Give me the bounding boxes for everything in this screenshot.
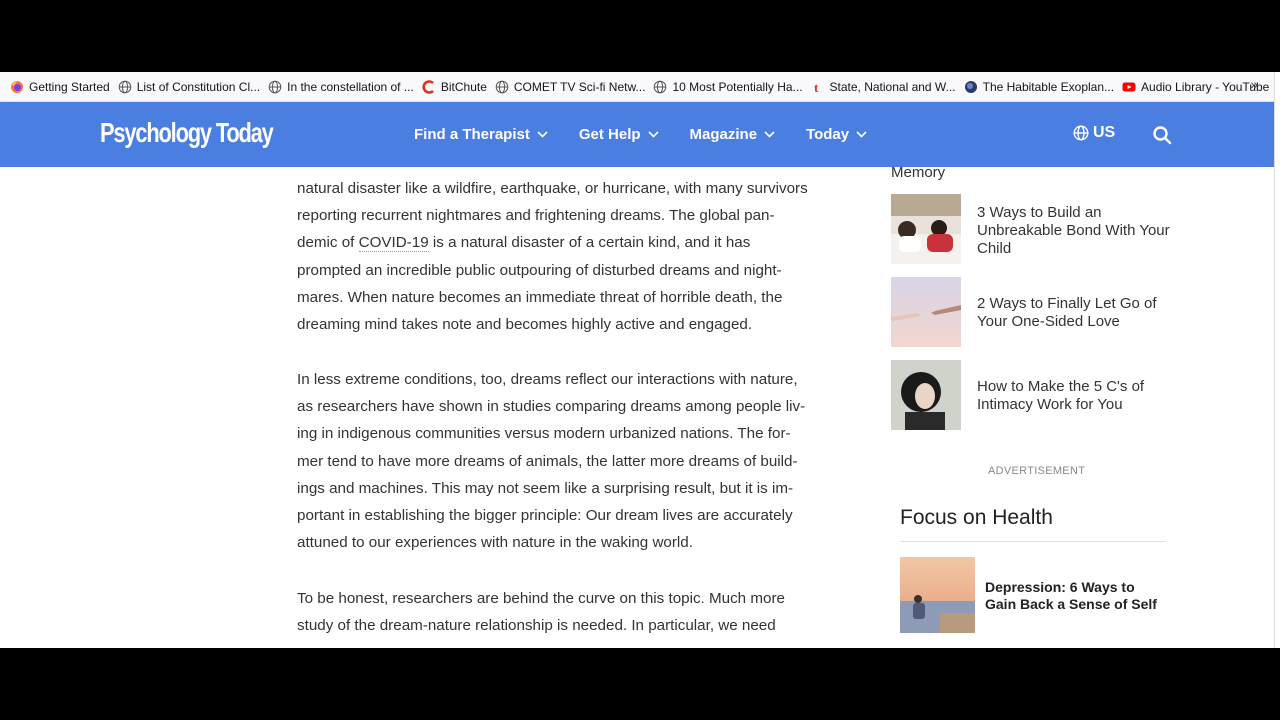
article-paragraph: natural disaster like a wildfire, earthq…: [297, 175, 808, 338]
text-line: ing in indigenous communities versus mod…: [297, 425, 791, 443]
bookmark-label: Getting Started: [29, 79, 110, 94]
bookmark-label: List of Constitution Cl...: [136, 79, 261, 94]
bookmark-state-national[interactable]: t State, National and W...: [809, 76, 962, 98]
article-paragraph: In less extreme conditions, too, dreams …: [297, 366, 805, 556]
letterbox-bottom: [0, 648, 1280, 720]
article-paragraph: To be honest, researchers are behind the…: [297, 585, 785, 639]
globe-icon: [118, 80, 132, 94]
focus-article[interactable]: Depression: 6 Ways to Gain Back a Sense …: [900, 557, 1170, 633]
text-line: as researchers have shown in studies com…: [297, 398, 806, 416]
nav-label: Today: [806, 126, 850, 143]
nav-label: Get Help: [578, 126, 641, 143]
bitchute-icon: [422, 79, 436, 94]
bookmark-getting-started[interactable]: Getting Started: [8, 76, 116, 98]
related-article-title: 2 Ways to Finally Let Go of Your One-Sid…: [977, 295, 1157, 330]
bookmark-constellation[interactable]: In the constellation of ...: [266, 76, 420, 98]
bookmark-label: COMET TV Sci-fi Netw...: [513, 79, 646, 94]
text-line: natural disaster like a wildfire, earthq…: [297, 180, 808, 197]
bookmarks-toolbar: Getting Started List of Constitution Cl.…: [0, 72, 1274, 102]
bookmark-habitable-exoplanets[interactable]: The Habitable Exoplan...: [962, 76, 1120, 98]
nav-label: Magazine: [689, 126, 758, 143]
bookmark-label: BitChute: [440, 79, 487, 94]
section-divider: [900, 541, 1165, 542]
text-line: To be honest, researchers are behind the…: [297, 590, 785, 607]
planet-icon: [964, 80, 978, 94]
related-article-title: 3 Ways to Build an Unbreakable Bond With…: [977, 204, 1170, 257]
site-header: Psychology Today Find a Therapist Get He…: [0, 102, 1274, 167]
bookmark-constitution[interactable]: List of Constitution Cl...: [116, 76, 266, 98]
text-line: dreaming mind takes note and becomes hig…: [297, 315, 753, 333]
text-line: study of the dream-nature relationship i…: [297, 617, 776, 635]
related-article[interactable]: 3 Ways to Build an Unbreakable Bond With…: [891, 194, 1171, 264]
search-icon[interactable]: [1152, 125, 1172, 145]
region-label: US: [1093, 124, 1116, 141]
main-nav: Find a Therapist Get Help Magazine Today: [414, 102, 898, 167]
site-logo[interactable]: Psychology Today: [100, 117, 274, 149]
text-line: portant in establishing the bigger princ…: [297, 506, 793, 524]
text-line: mer tend to have more dreams of animals,…: [297, 452, 798, 470]
text-line: ings and machines. This may not seem lik…: [297, 479, 794, 497]
text-line: attuned to our experiences with nature i…: [297, 534, 693, 552]
globe-icon: [495, 80, 509, 94]
chevron-down-icon: [856, 131, 867, 138]
text-line: In less extreme conditions, too, dreams …: [297, 371, 798, 388]
chevron-down-icon: [647, 131, 659, 138]
tumblr-icon: t: [811, 80, 825, 94]
bookmark-label: In the constellation of ...: [287, 79, 414, 94]
article-thumbnail: [891, 194, 961, 264]
bookmark-10-most[interactable]: 10 Most Potentially Ha...: [651, 76, 808, 98]
article-thumbnail: [891, 360, 961, 430]
bookmark-comet-tv[interactable]: COMET TV Sci-fi Netw...: [493, 76, 652, 98]
article-thumbnail: [891, 277, 961, 347]
text-line: reporting recurrent nightmares and frigh…: [297, 207, 775, 225]
letterbox-top: [0, 0, 1280, 72]
text-line: mares. When nature becomes an immediate …: [297, 288, 783, 306]
text-line: demic of COVID-19 is a natural disaster …: [297, 229, 808, 256]
nav-find-therapist[interactable]: Find a Therapist: [414, 126, 548, 143]
previous-item-title-fragment[interactable]: Memory: [891, 164, 945, 181]
text-fragment: demic of: [297, 234, 359, 252]
article-thumbnail: [900, 557, 975, 633]
firefox-icon: [10, 80, 24, 94]
text-fragment: is a natural disaster of a certain kind,…: [428, 234, 751, 252]
related-article-title: How to Make the 5 C's of Intimacy Work f…: [977, 378, 1145, 413]
bookmark-bitchute[interactable]: BitChute: [420, 76, 493, 98]
covid-19-link[interactable]: COVID-19: [358, 234, 429, 253]
advertisement-label: ADVERTISEMENT: [988, 465, 1086, 477]
related-article[interactable]: 2 Ways to Finally Let Go of Your One-Sid…: [891, 277, 1171, 347]
bookmarks-overflow-icon[interactable]: »: [1250, 76, 1258, 92]
vertical-scrollbar[interactable]: [1274, 72, 1280, 648]
nav-magazine[interactable]: Magazine: [690, 126, 776, 143]
globe-icon: [268, 80, 282, 94]
bookmark-label: State, National and W...: [829, 79, 956, 94]
bookmark-label: The Habitable Exoplan...: [982, 79, 1115, 94]
browser-viewport: Getting Started List of Constitution Cl.…: [0, 72, 1280, 648]
svg-text:t: t: [814, 80, 819, 94]
focus-article-title: Depression: 6 Ways to Gain Back a Sense …: [985, 579, 1157, 612]
chevron-down-icon: [537, 131, 548, 138]
globe-icon: [653, 80, 667, 94]
globe-icon: [1073, 125, 1089, 141]
focus-section-title: Focus on Health: [900, 506, 1053, 529]
youtube-icon: [1122, 80, 1136, 94]
related-article[interactable]: How to Make the 5 C's of Intimacy Work f…: [891, 360, 1171, 430]
nav-today[interactable]: Today: [806, 126, 867, 143]
text-line: prompted an incredible public outpouring…: [297, 261, 782, 279]
chevron-down-icon: [764, 131, 775, 138]
nav-label: Find a Therapist: [414, 126, 530, 143]
bookmark-label: 10 Most Potentially Ha...: [672, 79, 803, 94]
region-selector[interactable]: US: [1073, 124, 1115, 142]
nav-get-help[interactable]: Get Help: [579, 126, 659, 143]
